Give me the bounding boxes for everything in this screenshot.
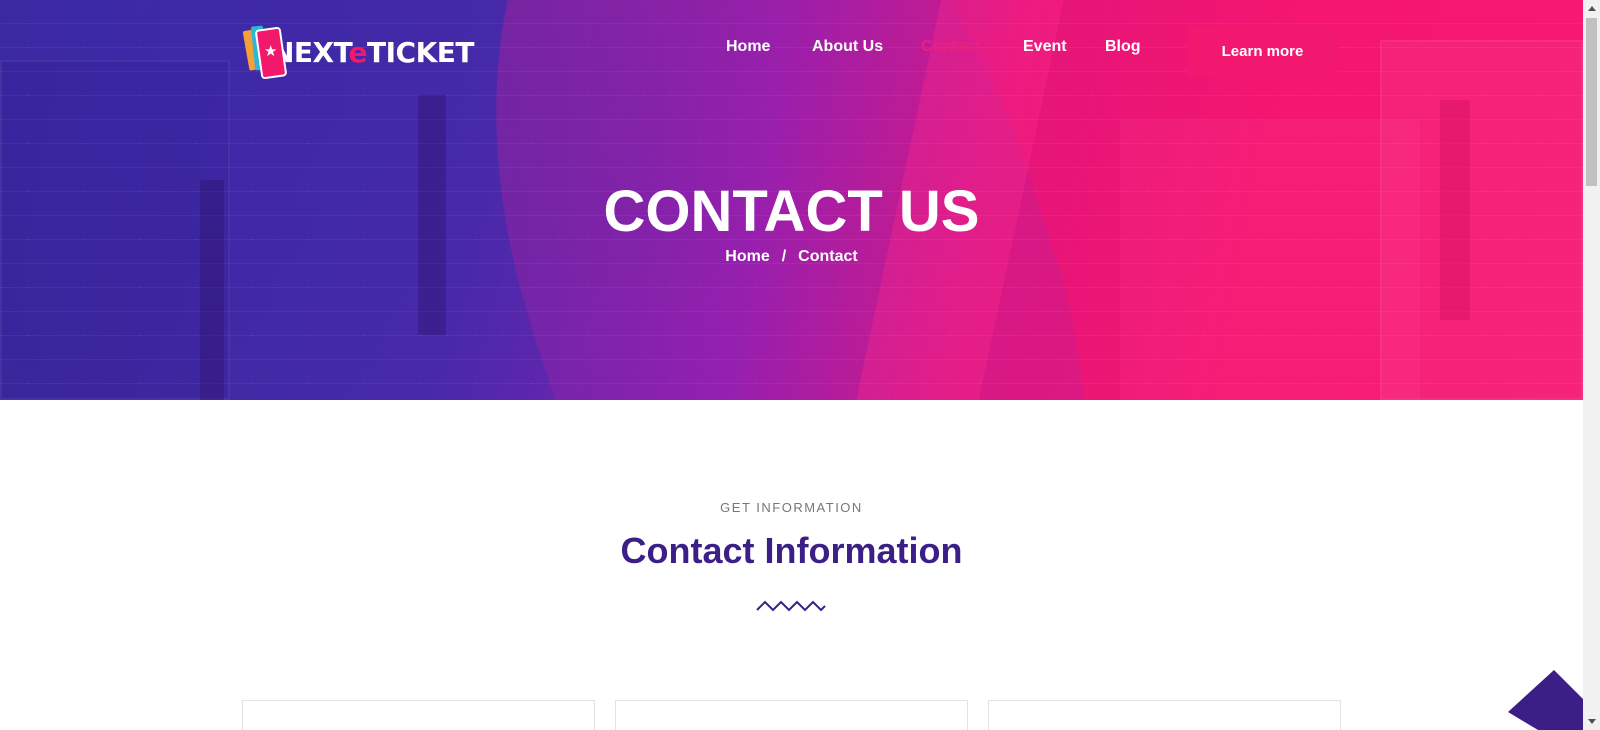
page-viewport: ★ NEXTeTICKET Home About Us Contact Even… [0, 0, 1583, 730]
nav-item-about-us[interactable]: About Us [812, 38, 883, 56]
nav-item-blog[interactable]: Blog [1105, 38, 1141, 56]
nav-item-contact[interactable]: Contact [921, 38, 981, 56]
ticket-logo-icon: ★ [242, 24, 288, 80]
page-title: CONTACT US [603, 179, 980, 244]
site-logo[interactable]: ★ NEXTeTICKET [242, 22, 475, 82]
breadcrumb-separator: / [781, 248, 787, 265]
scroll-down-icon[interactable] [1583, 713, 1600, 730]
section-title: Contact Information [620, 530, 963, 571]
page-scrollbar[interactable] [1583, 0, 1600, 730]
breadcrumb-home-link[interactable]: Home [725, 248, 769, 265]
section-eyebrow: GET INFORMATION [720, 500, 863, 515]
nav-item-event[interactable]: Event [1023, 38, 1067, 56]
nav-item-home[interactable]: Home [726, 38, 770, 56]
zigzag-divider-icon [756, 600, 826, 612]
scrollbar-thumb[interactable] [1586, 18, 1597, 186]
learn-more-button[interactable]: Learn more [1187, 26, 1338, 77]
contact-info-card [988, 700, 1341, 730]
contact-info-card [242, 700, 595, 730]
breadcrumb: Home / Contact [0, 248, 1583, 266]
breadcrumb-current: Contact [798, 248, 858, 265]
contact-info-card [615, 700, 968, 730]
logo-text-accent: e [348, 35, 368, 69]
logo-text-suffix: TICKET [367, 35, 475, 69]
logo-wordmark: NEXTeTICKET [271, 35, 475, 69]
scroll-up-icon[interactable] [1583, 0, 1600, 17]
arrow-up-icon[interactable] [1508, 670, 1583, 730]
hero-banner: ★ NEXTeTICKET Home About Us Contact Even… [0, 0, 1583, 400]
